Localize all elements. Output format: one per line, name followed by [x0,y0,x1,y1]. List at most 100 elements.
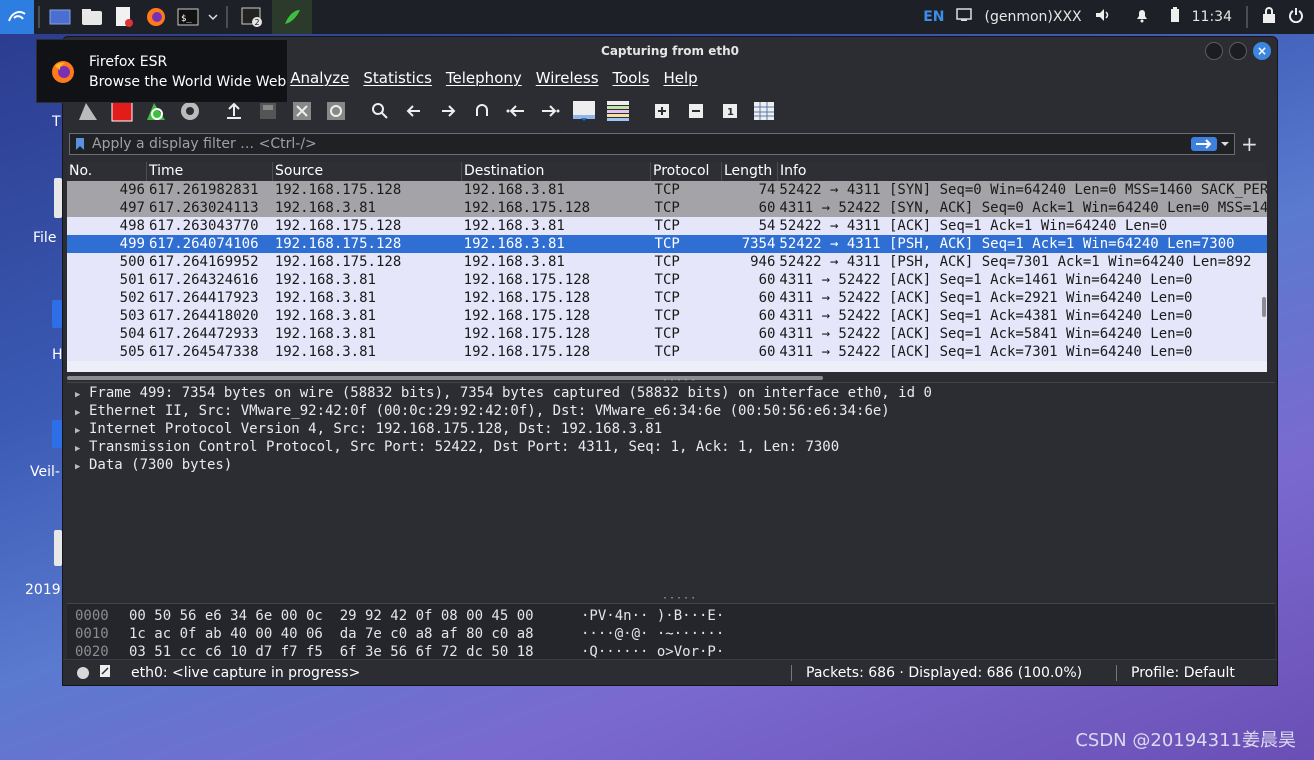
clock[interactable]: 11:34 [1192,9,1232,25]
search-icon[interactable] [365,96,395,126]
zoom-out-icon[interactable] [681,96,711,126]
kali-menu-icon[interactable] [0,0,34,34]
csdn-watermark: CSDN @20194311姜晨昊 [1075,730,1296,751]
menu-statistics[interactable]: Statistics [363,69,432,87]
byte-row[interactable]: 0000 00 50 56 e6 34 6e 00 0c 29 92 42 0f … [67,607,1275,625]
packet-cell-proto: TCP [654,254,680,270]
file-manager-icon[interactable] [76,0,108,34]
minimize-button[interactable] [1205,42,1223,60]
packet-list[interactable]: No. Time Source Destination Protocol Len… [67,162,1267,372]
packet-row[interactable]: 496 617.261982831 192.168.175.128 192.168.3… [67,181,1267,199]
colorize-icon[interactable] [603,96,633,126]
detail-text: Ethernet II, Src: VMware_92:42:0f (00:0c… [89,403,890,419]
detail-tree-item[interactable]: ▶ Internet Protocol Version 4, Src: 192.1… [67,420,1275,438]
packet-cell-info: 52422 → 4311 [SYN] Seq=0 Win=64240 Len=0… [779,182,1267,198]
profile-label[interactable]: Profile: Default [1131,665,1235,681]
menu-wireless[interactable]: Wireless [536,69,599,87]
notification-bell-icon[interactable] [1134,7,1150,27]
packet-cell-dst: 192.168.3.81 [463,254,565,270]
last-packet-icon[interactable] [535,96,565,126]
packet-cell-time: 617.264324616 [148,272,259,288]
go-back-icon[interactable] [399,96,429,126]
terminal-icon[interactable]: $_ [172,0,204,34]
display-filter-input[interactable]: Apply a display filter … <Ctrl-/> [69,133,1235,155]
packet-cell-info: 4311 → 52422 [SYN, ACK] Seq=0 Ack=1 Win=… [779,200,1267,216]
terminal-group-icon[interactable]: 2 [232,0,272,34]
packet-bytes[interactable]: 0000 00 50 56 e6 34 6e 00 0c 29 92 42 0f … [67,603,1275,660]
packet-row[interactable]: 502 617.264417923 192.168.3.81 192.168.175.… [67,289,1267,307]
lock-icon[interactable] [1262,7,1276,27]
detail-tree-item[interactable]: ▶ Frame 499: 7354 bytes on wire (58832 bi… [67,384,1275,402]
display-filter-placeholder: Apply a display filter … <Ctrl-/> [92,136,317,152]
packet-row[interactable]: 498 617.263043770 192.168.175.128 192.168.3… [67,217,1267,235]
close-button[interactable]: × [1253,42,1271,60]
byte-off: 0000 [75,608,109,624]
firefox-icon[interactable] [140,0,172,34]
col-info[interactable]: Info [778,162,1267,181]
col-protocol[interactable]: Protocol [651,162,722,181]
splitter-handle[interactable]: ····· [662,375,697,386]
packet-row[interactable]: 503 617.264418020 192.168.3.81 192.168.175.… [67,307,1267,325]
menu-telephony[interactable]: Telephony [446,69,522,87]
col-length[interactable]: Length [722,162,778,181]
byte-row[interactable]: 0010 1c ac 0f ab 40 00 40 06 da 7e c0 a8 … [67,625,1275,643]
packet-cell-len: 60 [758,326,776,342]
resize-columns-icon[interactable] [749,96,779,126]
normal-size-icon[interactable]: 1 [715,96,745,126]
detail-tree-item[interactable]: ▶ Data (7300 bytes) [67,456,1275,474]
packet-row[interactable]: 505 617.264547338 192.168.3.81 192.168.175.… [67,343,1267,361]
zoom-in-icon[interactable] [647,96,677,126]
packet-cell-src: 192.168.175.128 [274,218,402,234]
apply-filter-button[interactable] [1191,136,1230,152]
autoscroll-icon[interactable] [569,96,599,126]
detail-tree-item[interactable]: ▶ Transmission Control Protocol, Src Port… [67,438,1275,456]
packet-row[interactable]: 497 617.263024113 192.168.3.81 192.168.175.… [67,199,1267,217]
expert-info-icon[interactable] [99,664,111,682]
text-editor-icon[interactable] [108,0,140,34]
volume-icon[interactable] [1094,7,1112,27]
col-no[interactable]: No. [67,162,147,181]
packet-row[interactable]: 499 617.264074106 192.168.175.128 192.168.3… [67,235,1267,253]
packet-cell-no: 500 [119,254,145,270]
genmon-label[interactable]: (genmon)XXX [984,9,1081,25]
packet-cell-time: 617.264418020 [148,308,259,324]
maximize-button[interactable] [1229,42,1247,60]
packet-cell-time: 617.264547338 [148,344,259,360]
packet-row[interactable]: 500 617.264169952 192.168.175.128 192.168.3… [67,253,1267,271]
bookmark-icon[interactable] [75,137,85,157]
close-file-icon[interactable] [287,96,317,126]
packet-cell-time: 617.264417923 [148,290,259,306]
desktop-html-icon[interactable] [52,300,62,328]
go-to-packet-icon[interactable] [467,96,497,126]
power-icon[interactable] [1288,7,1304,27]
reload-file-icon[interactable] [321,96,351,126]
packet-cell-src: 192.168.3.81 [274,290,376,306]
col-source[interactable]: Source [273,162,462,181]
packet-cell-len: 7354 [741,236,776,252]
packet-row[interactable]: 504 617.264472933 192.168.3.81 192.168.175.… [67,325,1267,343]
menu-help[interactable]: Help [663,69,697,87]
first-packet-icon[interactable] [501,96,531,126]
menu-analyze[interactable]: Analyze [290,69,349,87]
packet-row[interactable]: 501 617.264324616 192.168.3.81 192.168.175.… [67,271,1267,289]
desktop-file-icon[interactable] [54,178,62,218]
detail-tree-item[interactable]: ▶ Ethernet II, Src: VMware_92:42:0f (00:0… [67,402,1275,420]
packet-cell-src: 192.168.175.128 [274,236,402,252]
desktop-2019-icon[interactable] [54,530,62,566]
chevron-down-icon[interactable] [204,0,222,34]
col-time[interactable]: Time [147,162,273,181]
byte-ascii: ····@·@· ·~······ [581,626,725,642]
go-forward-icon[interactable] [433,96,463,126]
keyboard-layout[interactable]: EN [923,9,944,25]
detail-text: Frame 499: 7354 bytes on wire (58832 bit… [89,385,932,401]
packet-cell-len: 74 [758,182,776,198]
menu-tools[interactable]: Tools [613,69,650,87]
wireshark-taskbar-icon[interactable] [272,0,312,34]
workspace-icon[interactable] [44,0,76,34]
desktop-veil-icon[interactable] [52,420,62,448]
add-filter-button[interactable]: + [1241,134,1258,154]
col-destination[interactable]: Destination [462,162,651,181]
packet-details[interactable]: ····· ▶ Frame 499: 7354 bytes on wire (58… [67,375,1275,604]
packet-list-scroll-thumb[interactable] [1262,297,1266,317]
expand-arrow-icon[interactable]: ▶ [75,458,89,476]
